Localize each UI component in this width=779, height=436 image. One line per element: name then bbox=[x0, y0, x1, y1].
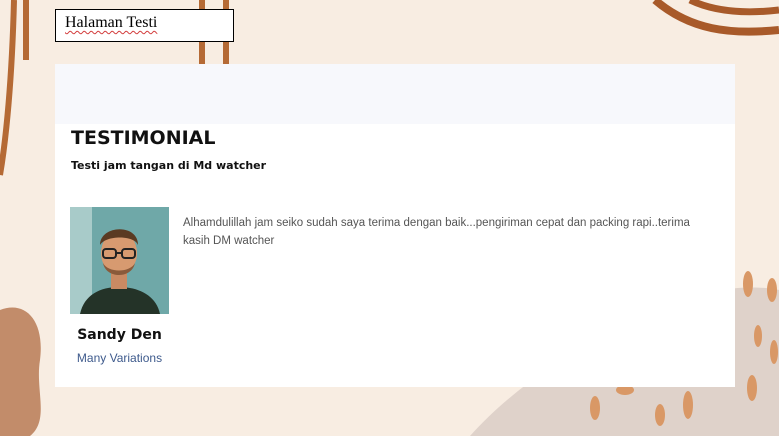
card-header-band bbox=[55, 64, 735, 124]
section-subheading: Testi jam tangan di Md watcher bbox=[71, 159, 267, 172]
testimonial-quote: Alhamdulillah jam seiko sudah saya terim… bbox=[183, 217, 690, 247]
testimonial-name: Sandy Den bbox=[77, 327, 162, 343]
page-title-box: Halaman Testi bbox=[55, 9, 234, 42]
page-title: Halaman Testi bbox=[65, 14, 158, 31]
testimonial-role: Many Variations bbox=[76, 351, 163, 365]
testimonial-card: TESTIMONIAL Testi jam tangan di Md watch… bbox=[55, 64, 735, 387]
section-heading: TESTIMONIAL bbox=[71, 127, 216, 149]
person-avatar-icon bbox=[70, 207, 169, 314]
